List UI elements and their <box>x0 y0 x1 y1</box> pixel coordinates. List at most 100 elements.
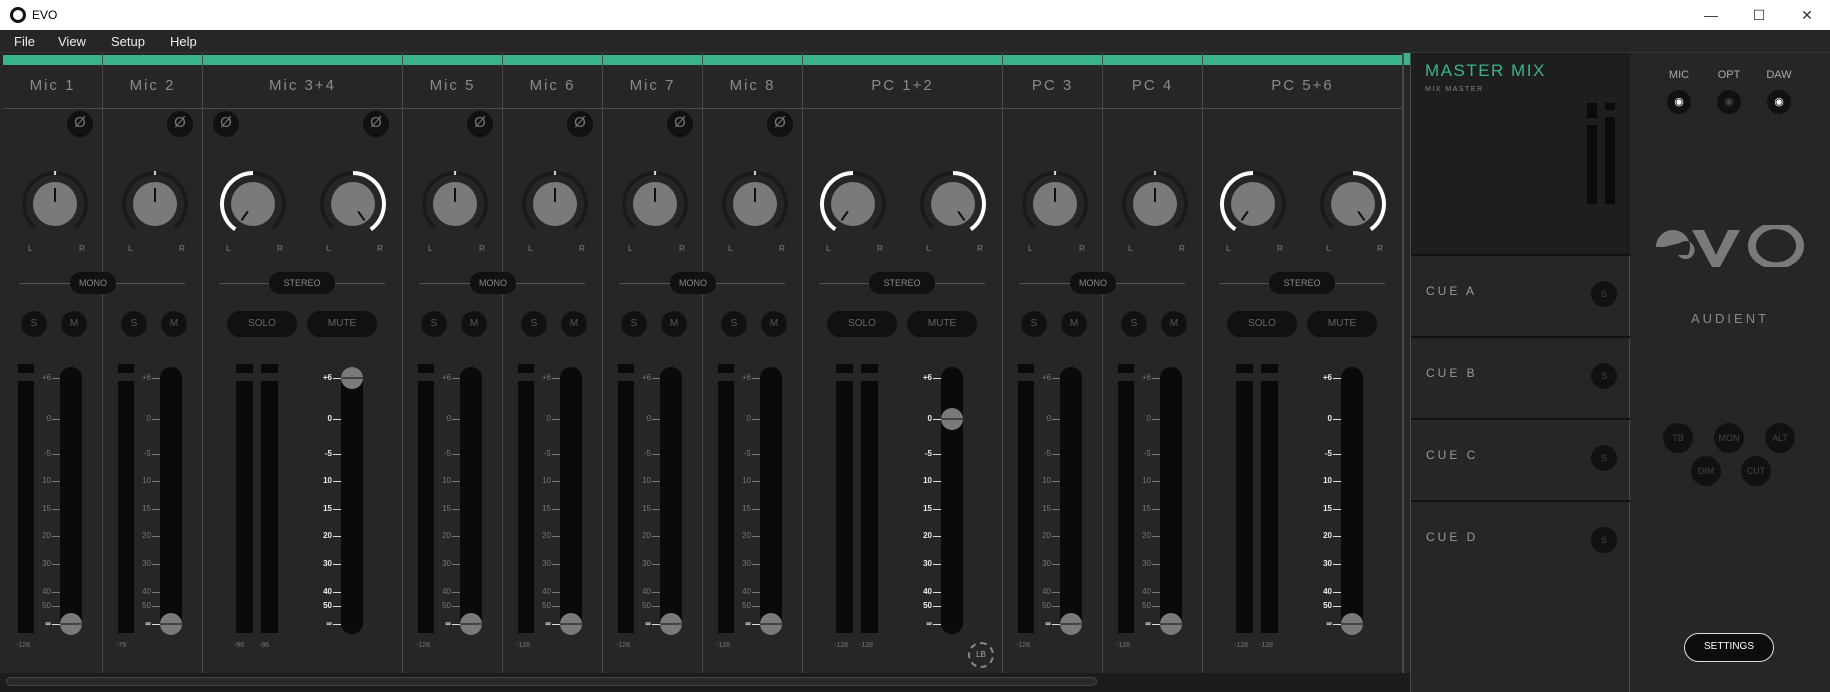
channel-name[interactable]: PC 5+6 <box>1203 77 1402 94</box>
maximize-button[interactable]: ☐ <box>1744 4 1774 26</box>
cue-solo-button[interactable]: S <box>1591 445 1617 471</box>
pan-knob[interactable] <box>817 168 889 240</box>
mute-button[interactable]: M <box>661 311 687 337</box>
cue-solo-button[interactable]: S <box>1591 281 1617 307</box>
mute-button[interactable]: M <box>161 311 187 337</box>
solo-button[interactable]: SOLO <box>1227 311 1297 337</box>
mute-button[interactable]: M <box>1061 311 1087 337</box>
scrollbar-thumb[interactable] <box>6 677 1097 686</box>
fader-track[interactable] <box>160 367 182 634</box>
solo-button[interactable]: S <box>21 311 47 337</box>
cue-mix-a[interactable]: CUE A S <box>1411 254 1630 331</box>
fader-track[interactable] <box>341 367 363 634</box>
monitor-button-cut[interactable]: CUT <box>1741 456 1771 486</box>
menu-file[interactable]: File <box>14 34 35 49</box>
solo-button[interactable]: SOLO <box>827 311 897 337</box>
phase-invert-icon[interactable]: Ø <box>767 111 793 137</box>
pan-knob[interactable] <box>119 168 191 240</box>
monitor-button-tb[interactable]: TB <box>1663 423 1693 453</box>
mono-link-button[interactable]: MONO <box>1070 272 1116 294</box>
pan-knob[interactable] <box>19 168 91 240</box>
menu-help[interactable]: Help <box>170 34 197 49</box>
monitor-button-mon[interactable]: MON <box>1714 423 1744 453</box>
phase-invert-icon[interactable]: Ø <box>167 111 193 137</box>
channel-name[interactable]: Mic 3+4 <box>203 77 402 94</box>
pan-knob[interactable] <box>719 168 791 240</box>
mono-link-button[interactable]: MONO <box>70 272 116 294</box>
fader-track[interactable] <box>1060 367 1082 634</box>
cue-mix-d[interactable]: CUE D S <box>1411 500 1630 577</box>
pan-knob[interactable] <box>1019 168 1091 240</box>
fader-thumb[interactable] <box>460 613 482 635</box>
pan-knob[interactable] <box>1119 168 1191 240</box>
fader-track[interactable] <box>560 367 582 634</box>
phase-invert-icon[interactable]: Ø <box>213 111 239 137</box>
fader-thumb[interactable] <box>941 408 963 430</box>
mute-button[interactable]: M <box>761 311 787 337</box>
mute-button[interactable]: M <box>561 311 587 337</box>
mono-link-button[interactable]: MONO <box>670 272 716 294</box>
fader-thumb[interactable] <box>1160 613 1182 635</box>
channel-name[interactable]: Mic 5 <box>403 77 502 94</box>
source-view-toggle[interactable]: ◉ <box>1717 90 1741 114</box>
pan-knob[interactable] <box>317 168 389 240</box>
pan-knob[interactable] <box>619 168 691 240</box>
phase-invert-icon[interactable]: Ø <box>567 111 593 137</box>
mute-button[interactable]: MUTE <box>307 311 377 337</box>
solo-button[interactable]: S <box>1121 311 1147 337</box>
solo-button[interactable]: S <box>521 311 547 337</box>
stereo-link-button[interactable]: STEREO <box>1269 272 1335 294</box>
fader-thumb[interactable] <box>560 613 582 635</box>
fader-track[interactable] <box>660 367 682 634</box>
mono-link-button[interactable]: MONO <box>470 272 516 294</box>
menu-view[interactable]: View <box>58 34 86 49</box>
fader-thumb[interactable] <box>160 613 182 635</box>
source-view-toggle[interactable]: ◉ <box>1767 90 1791 114</box>
channel-name[interactable]: PC 3 <box>1003 77 1102 94</box>
mute-button[interactable]: MUTE <box>907 311 977 337</box>
fader-thumb[interactable] <box>1341 613 1363 635</box>
pan-knob[interactable] <box>519 168 591 240</box>
channel-name[interactable]: PC 1+2 <box>803 77 1002 94</box>
menu-setup[interactable]: Setup <box>111 34 145 49</box>
channel-name[interactable]: Mic 6 <box>503 77 602 94</box>
fader-thumb[interactable] <box>341 367 363 389</box>
loopback-button[interactable]: LB <box>968 642 994 668</box>
solo-button[interactable]: S <box>721 311 747 337</box>
stereo-link-button[interactable]: STEREO <box>269 272 335 294</box>
phase-invert-icon[interactable]: Ø <box>467 111 493 137</box>
phase-invert-icon[interactable]: Ø <box>667 111 693 137</box>
fader-thumb[interactable] <box>1060 613 1082 635</box>
mute-button[interactable]: M <box>61 311 87 337</box>
fader-track[interactable] <box>460 367 482 634</box>
settings-button[interactable]: SETTINGS <box>1684 633 1774 662</box>
solo-button[interactable]: S <box>121 311 147 337</box>
pan-knob[interactable] <box>419 168 491 240</box>
cue-mix-b[interactable]: CUE B S <box>1411 336 1630 413</box>
channel-name[interactable]: PC 4 <box>1103 77 1202 94</box>
fader-thumb[interactable] <box>760 613 782 635</box>
pan-knob[interactable] <box>917 168 989 240</box>
solo-button[interactable]: S <box>621 311 647 337</box>
channel-name[interactable]: Mic 8 <box>703 77 802 94</box>
phase-invert-icon[interactable]: Ø <box>67 111 93 137</box>
pan-knob[interactable] <box>1317 168 1389 240</box>
solo-button[interactable]: S <box>421 311 447 337</box>
fader-thumb[interactable] <box>660 613 682 635</box>
fader-track[interactable] <box>1160 367 1182 634</box>
mute-button[interactable]: M <box>461 311 487 337</box>
fader-thumb[interactable] <box>60 613 82 635</box>
monitor-button-dim[interactable]: DIM <box>1691 456 1721 486</box>
channel-name[interactable]: Mic 2 <box>103 77 202 94</box>
master-mix-section[interactable]: MASTER MIX MIX MASTER <box>1411 53 1630 254</box>
cue-solo-button[interactable]: S <box>1591 527 1617 553</box>
channel-name[interactable]: Mic 1 <box>3 77 102 94</box>
solo-button[interactable]: SOLO <box>227 311 297 337</box>
pan-knob[interactable] <box>217 168 289 240</box>
minimize-button[interactable]: — <box>1696 4 1726 26</box>
mute-button[interactable]: MUTE <box>1307 311 1377 337</box>
cue-solo-button[interactable]: S <box>1591 363 1617 389</box>
fader-track[interactable] <box>1341 367 1363 634</box>
solo-button[interactable]: S <box>1021 311 1047 337</box>
fader-track[interactable] <box>760 367 782 634</box>
